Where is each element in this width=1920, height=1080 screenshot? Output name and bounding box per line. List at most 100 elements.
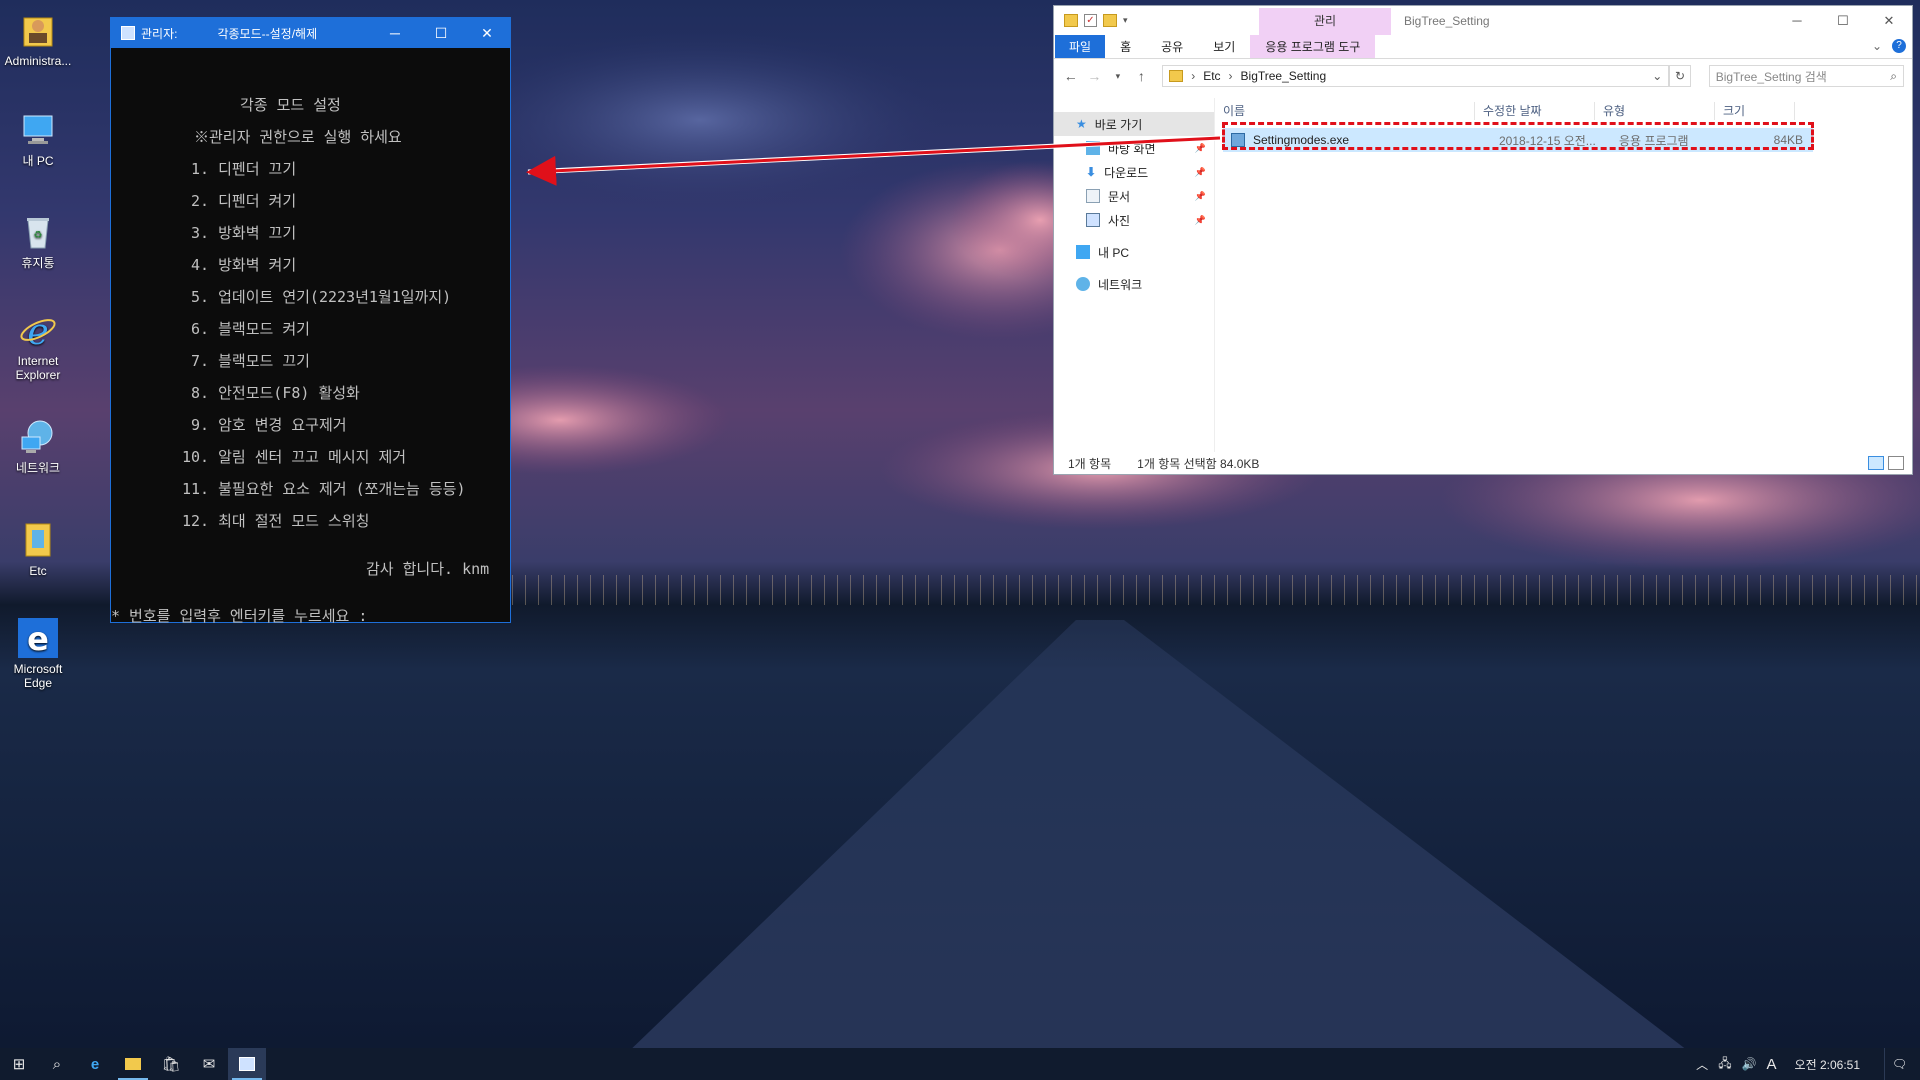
tab-application-tools[interactable]: 응용 프로그램 도구: [1250, 35, 1376, 58]
pin-icon: 📌: [1194, 166, 1206, 177]
large-icons-view-icon[interactable]: [1888, 456, 1904, 470]
ribbon-tabs: 파일 홈 공유 보기 응용 프로그램 도구 ⌄ ?: [1054, 35, 1912, 59]
column-type[interactable]: 유형: [1595, 102, 1715, 120]
column-name[interactable]: 이름: [1215, 102, 1475, 120]
details-view-icon[interactable]: [1868, 456, 1884, 470]
taskbar-console[interactable]: [228, 1048, 266, 1080]
file-type: 응용 프로그램: [1619, 133, 1689, 148]
download-icon: ⬇: [1086, 165, 1097, 179]
console-title-prefix: 관리자:: [141, 26, 178, 41]
explorer-titlebar[interactable]: ✓ ▾ 관리 BigTree_Setting ─ ☐ ✕: [1054, 6, 1912, 35]
wallpaper-road: [620, 620, 1700, 1060]
address-box[interactable]: › Etc › BigTree_Setting ⌄: [1162, 65, 1670, 87]
console-menu-item: 6. 블랙모드 켜기: [191, 320, 310, 338]
refresh-icon[interactable]: ↻: [1669, 65, 1691, 87]
nav-item-my-pc[interactable]: 내 PC: [1054, 240, 1214, 264]
chevron-down-icon[interactable]: ⌄: [1652, 69, 1662, 83]
console-menu-item: 5. 업데이트 연기(2223년1월1일까지): [191, 288, 452, 306]
desktop-icon-edge[interactable]: e Microsoft Edge: [4, 618, 72, 690]
help-icon[interactable]: ?: [1892, 39, 1906, 53]
search-input[interactable]: BigTree_Setting 검색 ⌕: [1708, 65, 1905, 87]
start-button[interactable]: ⊞: [0, 1048, 38, 1080]
console-window[interactable]: 관리자: 각종모드--설정/해제 ─ ☐ ✕ 각종 모드 설정 ※관리자 권한으…: [110, 17, 511, 625]
column-size[interactable]: 크기: [1715, 102, 1795, 120]
nav-item-pictures[interactable]: 사진 📌: [1054, 208, 1214, 232]
chevron-right-icon: ›: [1228, 69, 1233, 83]
back-arrow-icon[interactable]: ←: [1062, 68, 1080, 84]
user-folder-icon: [18, 10, 58, 50]
volume-icon[interactable]: 🔊: [1742, 1057, 1757, 1071]
new-folder-icon[interactable]: [1103, 14, 1117, 27]
console-titlebar[interactable]: 관리자: 각종모드--설정/해제 ─ ☐ ✕: [111, 18, 510, 48]
ime-indicator[interactable]: A: [1767, 1056, 1777, 1073]
desktop-icon-internet-explorer[interactable]: e Internet Explorer: [4, 310, 72, 382]
svg-text:e: e: [27, 620, 49, 658]
folder-icon[interactable]: [1064, 14, 1078, 27]
tab-view[interactable]: 보기: [1198, 35, 1250, 58]
console-heading: 각종 모드 설정: [240, 96, 341, 114]
folder-icon: [18, 520, 58, 560]
console-thanks: 감사 합니다. knm: [366, 560, 490, 578]
up-arrow-icon[interactable]: ↑: [1133, 68, 1151, 84]
breadcrumb-item[interactable]: Etc: [1203, 69, 1220, 83]
desktop-icon-network[interactable]: 네트워크: [4, 417, 72, 475]
maximize-button[interactable]: ☐: [418, 18, 464, 48]
ribbon-expand-icon[interactable]: ⌄: [1872, 39, 1882, 53]
internet-explorer-icon: e: [18, 310, 58, 353]
exe-file-icon: [1231, 133, 1245, 147]
nav-item-network[interactable]: 네트워크: [1054, 272, 1214, 296]
nav-item-desktop[interactable]: 바탕 화면 📌: [1054, 136, 1214, 160]
customize-dropdown-icon[interactable]: ▾: [1123, 15, 1128, 26]
taskbar-store[interactable]: 🛍: [152, 1048, 190, 1080]
forward-arrow-icon[interactable]: →: [1086, 68, 1104, 84]
recent-locations-icon[interactable]: ▾: [1109, 71, 1127, 82]
desktop-icon-recycle-bin[interactable]: ♻ 휴지통: [4, 212, 72, 270]
maximize-button[interactable]: ☐: [1820, 6, 1866, 35]
mail-icon: ✉: [202, 1056, 216, 1073]
nav-item-downloads[interactable]: ⬇ 다운로드 📌: [1054, 160, 1214, 184]
tab-share[interactable]: 공유: [1146, 35, 1198, 58]
svg-text:♻: ♻: [34, 230, 43, 241]
tab-home[interactable]: 홈: [1105, 35, 1146, 58]
taskbar-edge[interactable]: e: [76, 1048, 114, 1080]
taskbar-mail[interactable]: ✉: [190, 1048, 228, 1080]
desktop-icon-administrator[interactable]: Administra...: [4, 10, 72, 68]
network-icon: [1076, 277, 1090, 291]
network-status-icon[interactable]: 🖧: [1718, 1054, 1731, 1075]
nav-item-quick-access[interactable]: ★ 바로 가기: [1054, 112, 1214, 136]
tab-file[interactable]: 파일: [1055, 35, 1106, 58]
clock[interactable]: 오전 2:06:51: [1795, 1056, 1860, 1073]
search-button[interactable]: ⌕: [38, 1048, 76, 1080]
console-output[interactable]: 각종 모드 설정 ※관리자 권한으로 실행 하세요 1. 디펜더 끄기 2. 디…: [111, 48, 510, 625]
explorer-window[interactable]: ✓ ▾ 관리 BigTree_Setting ─ ☐ ✕ 파일 홈 공유 보기 …: [1053, 5, 1913, 475]
minimize-button[interactable]: ─: [1774, 6, 1820, 35]
pin-icon: 📌: [1194, 142, 1206, 153]
close-button[interactable]: ✕: [464, 18, 510, 48]
properties-icon[interactable]: ✓: [1084, 14, 1097, 27]
column-modified[interactable]: 수정한 날짜: [1475, 102, 1595, 120]
pin-icon: 📌: [1194, 190, 1206, 201]
taskbar-file-explorer[interactable]: [114, 1048, 152, 1080]
quick-access-toolbar: ✓ ▾: [1064, 14, 1128, 27]
console-menu-item: 12. 최대 절전 모드 스위칭: [182, 512, 370, 530]
chevron-up-icon[interactable]: ︿: [1696, 1056, 1708, 1073]
notification-center-icon[interactable]: 🗨: [1884, 1048, 1914, 1080]
file-row[interactable]: Settingmodes.exe 2018-12-15 오전... 응용 프로그…: [1223, 128, 1813, 152]
taskbar: ⊞ ⌕ e 🛍 ✉ ︿ 🖧 🔊 A 오전 2:06:51 🗨: [0, 1048, 1920, 1080]
desktop-icon-my-pc[interactable]: 내 PC: [4, 110, 72, 168]
close-button[interactable]: ✕: [1866, 6, 1912, 35]
navigation-pane: ★ 바로 가기 바탕 화면 📌 ⬇ 다운로드 📌 문서 📌 사진 �: [1054, 98, 1214, 452]
desktop-icon-etc[interactable]: Etc: [4, 520, 72, 578]
console-menu-item: 10. 알림 센터 끄고 메시지 제거: [182, 448, 407, 466]
nav-item-documents[interactable]: 문서 📌: [1054, 184, 1214, 208]
minimize-button[interactable]: ─: [372, 18, 418, 48]
file-name: Settingmodes.exe: [1253, 133, 1350, 147]
edge-icon: e: [90, 1055, 100, 1073]
pictures-icon: [1086, 213, 1100, 227]
breadcrumb-item[interactable]: BigTree_Setting: [1241, 69, 1327, 83]
system-tray: ︿ 🖧 🔊 A 오전 2:06:51 🗨: [1696, 1048, 1920, 1080]
console-menu-item: 7. 블랙모드 끄기: [191, 352, 310, 370]
svg-text:e: e: [27, 312, 48, 350]
file-list[interactable]: 이름 수정한 날짜 유형 크기 Settingmodes.exe 2018-12…: [1214, 98, 1912, 452]
console-menu-item: 1. 디펜더 끄기: [191, 160, 297, 178]
